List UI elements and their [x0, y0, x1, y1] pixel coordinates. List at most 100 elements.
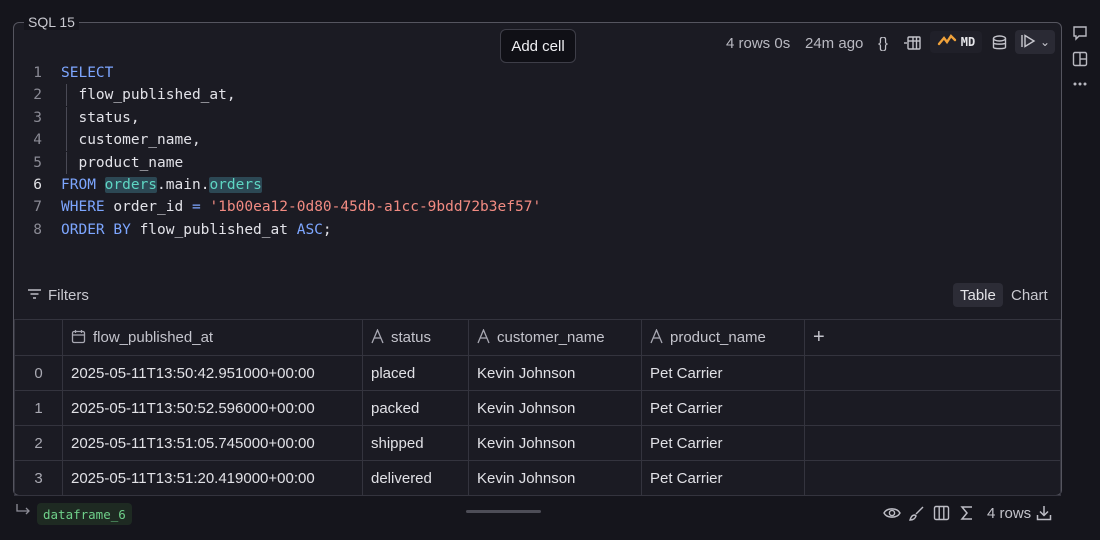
- empty-cell: [804, 460, 1061, 496]
- cell-status[interactable]: shipped: [362, 425, 469, 461]
- row-index: 0: [14, 355, 63, 391]
- return-arrow-icon: [15, 503, 31, 522]
- cell-status[interactable]: packed: [362, 390, 469, 426]
- run-icon: [1020, 33, 1036, 51]
- code-text: customer_name,: [61, 129, 200, 151]
- line-number: 1: [33, 65, 42, 81]
- table-row[interactable]: 2 2025-05-11T13:51:05.745000+00:00 shipped…: [14, 425, 1061, 461]
- table-row[interactable]: 3 2025-05-11T13:51:20.419000+00:00 deliver…: [14, 460, 1061, 496]
- column-header[interactable]: product_name: [641, 319, 805, 356]
- cell-product-name[interactable]: Pet Carrier: [641, 425, 805, 461]
- code-token: '1b00ea12-0d80-45db-a1cc-9bdd72b3ef57': [209, 199, 542, 216]
- code-line[interactable]: 7 WHERE order_id = '1b00ea12-0d80-45db-a1…: [14, 196, 1054, 218]
- cell-customer-name[interactable]: Kevin Johnson: [468, 355, 642, 391]
- line-number: 5: [33, 154, 42, 171]
- code-line[interactable]: 2 flow_published_at,: [14, 84, 1054, 107]
- filters-button[interactable]: Filters: [27, 283, 89, 307]
- code-token: SELECT: [61, 65, 114, 81]
- code-token: ;: [322, 221, 332, 238]
- cell-customer-name[interactable]: Kevin Johnson: [468, 390, 642, 426]
- cell-flow-published-at[interactable]: 2025-05-11T13:51:20.419000+00:00: [62, 460, 363, 496]
- cell-customer-name[interactable]: Kevin Johnson: [468, 460, 642, 496]
- index-header: [14, 319, 63, 356]
- sql-editor[interactable]: 1 SELECT 2 flow_published_at, 3 status, 4 cu…: [14, 62, 1054, 241]
- cell-status[interactable]: delivered: [362, 460, 469, 496]
- database-icon[interactable]: [988, 32, 1010, 54]
- column-header-label: flow_published_at: [93, 329, 214, 346]
- column-header-label: customer_name: [497, 329, 605, 346]
- code-token: ASC: [296, 221, 323, 238]
- results-toolbar: Filters Table Chart: [14, 283, 1062, 307]
- cell-flow-published-at[interactable]: 2025-05-11T13:50:52.596000+00:00: [62, 390, 363, 426]
- code-line[interactable]: 1 SELECT: [14, 62, 1054, 84]
- filters-label: Filters: [48, 286, 89, 304]
- table-row[interactable]: 0 2025-05-11T13:50:42.951000+00:00 placed K…: [14, 355, 1061, 391]
- code-token: .main.: [157, 176, 210, 193]
- braces-icon[interactable]: {}: [872, 32, 894, 54]
- line-number: 4: [33, 132, 42, 149]
- cell-customer-name[interactable]: Kevin Johnson: [468, 425, 642, 461]
- cell-product-name[interactable]: Pet Carrier: [641, 355, 805, 391]
- cell-product-name[interactable]: Pet Carrier: [641, 460, 805, 496]
- table-row[interactable]: 1 2025-05-11T13:50:52.596000+00:00 packed K…: [14, 390, 1061, 426]
- md-label: MD: [960, 35, 976, 49]
- cell-status[interactable]: placed: [362, 355, 469, 391]
- cell-product-name[interactable]: Pet Carrier: [641, 390, 805, 426]
- code-line[interactable]: 3 status,: [14, 106, 1054, 129]
- sigma-icon[interactable]: [960, 502, 974, 524]
- code-token: status,: [61, 109, 140, 126]
- text-type-icon: [650, 327, 663, 347]
- code-line[interactable]: 5 product_name: [14, 151, 1054, 174]
- columns-icon[interactable]: [933, 502, 950, 524]
- empty-cell: [804, 425, 1061, 461]
- table-schema-icon[interactable]: [902, 32, 924, 54]
- tab-chart[interactable]: Chart: [1004, 283, 1055, 307]
- code-line[interactable]: 6 FROM orders.main.orders: [14, 174, 1054, 196]
- code-token: =: [191, 199, 201, 216]
- code-token: FROM: [61, 176, 96, 193]
- empty-cell: [804, 355, 1061, 391]
- plus-icon: +: [813, 326, 825, 348]
- last-run-time: 24m ago: [805, 34, 864, 52]
- code-token: orders: [209, 176, 262, 193]
- column-header-label: product_name: [670, 329, 766, 346]
- comment-icon[interactable]: [1071, 25, 1089, 46]
- add-column-button[interactable]: +: [804, 319, 1061, 356]
- code-token: order_id: [104, 199, 192, 216]
- code-text: flow_published_at,: [61, 84, 235, 106]
- code-token: ORDER BY: [61, 221, 131, 238]
- chevron-down-icon[interactable]: ⌄: [1040, 35, 1050, 49]
- empty-cell: [804, 390, 1061, 426]
- run-button[interactable]: ⌄: [1015, 30, 1055, 54]
- row-index: 3: [14, 460, 63, 496]
- code-token: flow_published_at: [130, 221, 297, 238]
- line-number: 8: [33, 221, 42, 238]
- code-text: FROM orders.main.orders: [61, 174, 262, 196]
- column-header[interactable]: flow_published_at: [62, 319, 363, 356]
- code-text: WHERE order_id = '1b00ea12-0d80-45db-a1c…: [61, 196, 541, 218]
- code-line[interactable]: 4 customer_name,: [14, 129, 1054, 152]
- rows-time-status: 4 rows 0s: [726, 34, 791, 52]
- dataframe-name-chip[interactable]: dataframe_6: [37, 503, 132, 525]
- tab-table[interactable]: Table: [953, 283, 1003, 307]
- row-index: 1: [14, 390, 63, 426]
- text-type-icon: [371, 327, 384, 347]
- cell-flow-published-at[interactable]: 2025-05-11T13:50:42.951000+00:00: [62, 355, 363, 391]
- eye-icon[interactable]: [883, 502, 901, 524]
- cell-flow-published-at[interactable]: 2025-05-11T13:51:05.745000+00:00: [62, 425, 363, 461]
- results-table: flow_published_at status customer_name p…: [14, 319, 1061, 496]
- column-header[interactable]: status: [362, 319, 469, 356]
- code-text: status,: [61, 107, 140, 129]
- markdown-toggle-button[interactable]: MD: [930, 31, 982, 53]
- table-header-row: flow_published_at status customer_name p…: [14, 319, 1061, 356]
- download-icon[interactable]: [1036, 502, 1052, 524]
- code-token: orders: [104, 176, 158, 193]
- resize-handle[interactable]: [466, 510, 541, 513]
- more-options-icon[interactable]: [1071, 74, 1089, 92]
- brush-icon[interactable]: [908, 502, 925, 524]
- code-line[interactable]: 8 ORDER BY flow_published_at ASC;: [14, 219, 1054, 241]
- row-count: 4 rows: [987, 504, 1032, 522]
- column-header[interactable]: customer_name: [468, 319, 642, 356]
- layout-icon[interactable]: [1071, 51, 1089, 72]
